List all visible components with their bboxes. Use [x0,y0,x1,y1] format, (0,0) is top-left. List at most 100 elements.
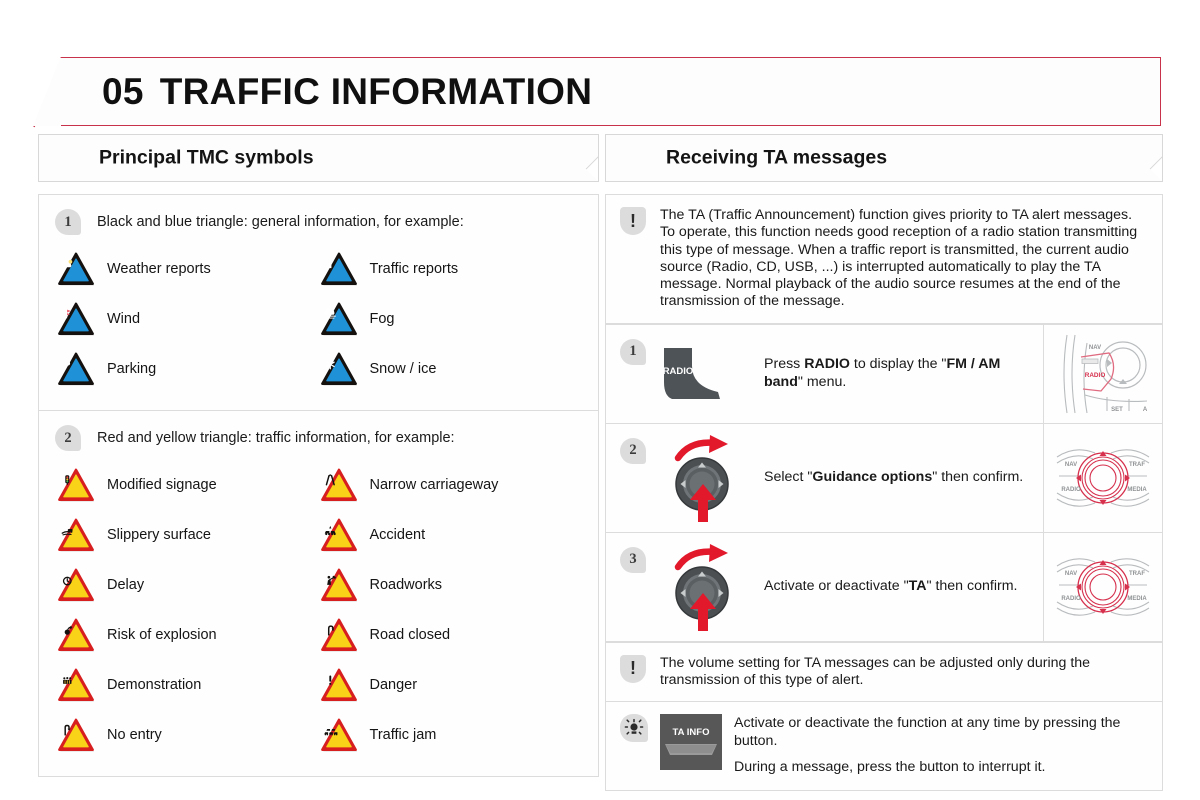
wind-icon [58,302,94,335]
ta-step-main: 3 Activate or deactivate "TA" then confir… [606,532,1044,641]
tmc-group-warning: 2 Red and yellow triangle: traffic infor… [38,411,599,777]
thumb-label: RADIO [1061,596,1081,602]
tmc-symbol-item: Fog [320,295,583,342]
tmc-symbol-item: Traffic jam [320,711,583,758]
road-closed-icon [320,618,357,651]
ta-step-text-plain: to display the " [849,356,947,373]
ta-step-card: 3 Activate or deactivate "TA" then confir… [605,532,1163,642]
ta-step-row: 1 RADIO Press RADIO to display the "FM / A… [606,324,1162,423]
traffic-reports-icon [320,252,357,285]
dashboard-dial-thumb: NAV TRAF RADIO MEDIA [1056,558,1150,616]
tmc-symbol-item: Wind [57,295,320,342]
group-intro-text-1: Black and blue triangle: general informa… [97,214,464,230]
tmc-symbol-label: Demonstration [107,676,202,693]
ta-step-row: 2 Select "Guidance options" then confirm.… [606,423,1162,532]
ta-step-row: 3 Activate or deactivate "TA" then confir… [606,532,1162,641]
fog-icon [320,302,357,335]
tmc-symbol-item: Traffic reports [320,245,583,292]
ta-intro-note: ! The TA (Traffic Announcement) function… [605,194,1163,324]
group-badge-2: 2 [55,425,81,451]
ta-step-artwork [652,434,752,522]
tmc-symbol-label: Slippery surface [107,526,211,543]
tmc-symbol-item: Road closed [320,611,583,658]
thumb-label: NAV [1065,571,1077,577]
radio-button-label: RADIO [663,366,694,377]
rotary-dial-art [674,434,729,522]
parking-icon: P [58,352,94,385]
ta-step-text-plain: " then confirm. [932,469,1024,486]
tmc-symbol-item: Danger [320,661,583,708]
left-column: Principal TMC symbols 1 Black and blue t… [38,134,599,777]
chapter-title-banner: 05 TRAFFIC INFORMATION [33,56,1161,126]
no-entry-icon [58,718,94,751]
section-title-ta: Receiving TA messages [666,146,888,169]
chapter-number: 05 [102,70,144,112]
tmc-symbol-label: Road closed [369,626,451,643]
group-intro-text-2: Red and yellow triangle: traffic informa… [97,430,455,446]
tmc-symbol-item: Modified signage [57,461,320,508]
ta-step-badge-wrap: 3 [620,543,646,573]
tmc-symbol-label: Delay [107,576,145,593]
snow-ice-icon [320,352,357,385]
section-header-tmc: Principal TMC symbols [38,134,599,182]
step-badge-2: 2 [620,437,646,464]
page-title: 05 TRAFFIC INFORMATION [102,71,592,113]
ta-step-text-plain: " menu. [797,373,847,390]
tmc-symbol-item: Slippery surface [57,511,320,558]
ta-steps-list: 1 RADIO Press RADIO to display the "FM / A… [605,323,1163,642]
ta-step-artwork [652,543,752,631]
slippery-surface-icon [58,518,94,551]
tmc-symbol-label: Danger [369,676,418,693]
tmc-symbol-label: Accident [369,526,426,543]
traffic-jam-icon [320,718,357,751]
group-badge-1: 1 [55,209,81,235]
rotary-dial-art [674,543,729,631]
right-column: Receiving TA messages ! The TA (Traffic … [605,134,1163,792]
narrow-carriageway-icon [320,468,357,501]
tmc-symbol-item: Demonstration [57,661,320,708]
thumb-label: TRAF [1129,571,1145,577]
section-header-notch-ta [1149,135,1162,181]
tmc-blue-symbol-grid: Weather reports Traffic reports Wind Fog P Pa… [39,239,598,410]
ta-step-text-plain: Select " [764,469,813,486]
tmc-symbol-label: Narrow carriageway [369,476,499,493]
manual-page: 05 TRAFFIC INFORMATION Principal TMC symb… [0,0,1200,800]
ta-step-badge-wrap: 2 [620,434,646,464]
radio-button-art: RADIO [663,347,720,399]
ta-intro-note-row: ! The TA (Traffic Announcement) function… [606,195,1162,323]
section-header-ta: Receiving TA messages [605,134,1163,182]
thumb-label: NAV [1089,345,1101,351]
tmc-symbol-item: Risk of explosion [57,611,320,658]
tmc-symbol-label: No entry [107,726,162,743]
ta-step-text: Press RADIO to display the "FM / AM band… [758,356,1033,391]
ta-step-text-emphasis: TA [908,578,927,595]
tmc-symbol-label: Parking [107,360,157,377]
ta-tip-text-block: Activate or deactivate the function at a… [734,714,1148,776]
warning-icon-volume: ! [620,654,646,683]
accident-icon [320,518,357,551]
tmc-symbol-label: Weather reports [107,260,211,277]
ta-volume-text: The volume setting for TA messages can b… [660,654,1091,689]
ta-tip-line2: During a message, press the button to in… [734,759,1046,776]
delay-icon [58,568,94,601]
tmc-group-blue-intro: 1 Black and blue triangle: general infor… [39,195,598,239]
ta-volume-note-row: ! The volume setting for TA messages can… [606,643,1162,702]
ta-step-thumbnail: NAV RADIO SET A [1044,325,1162,423]
step-badge-1: 1 [620,338,646,365]
thumb-label: MEDIA [1127,487,1147,493]
thumb-label: NAV [1065,462,1077,468]
tmc-symbol-label: Fog [369,310,395,327]
svg-text:P: P [64,360,70,370]
chapter-title: TRAFFIC INFORMATION [159,70,593,112]
ta-step-thumbnail: NAV TRAF RADIO MEDIA [1044,424,1162,532]
tmc-symbol-label: Traffic reports [369,260,459,277]
section-header-notch [585,135,598,181]
warning-icon: ! [620,207,646,235]
tmc-symbol-item: Delay [57,561,320,608]
tip-bulb-icon [620,714,648,743]
tmc-symbol-label: Roadworks [369,576,443,593]
ta-tip-line1: Activate or deactivate the function at a… [734,715,1121,750]
ta-step-card: 2 Select "Guidance options" then confirm.… [605,423,1163,533]
ta-tip-row: TA INFO Activate or deactivate the funct… [606,702,1162,790]
ta-info-button-art: TA INFO [660,714,722,771]
